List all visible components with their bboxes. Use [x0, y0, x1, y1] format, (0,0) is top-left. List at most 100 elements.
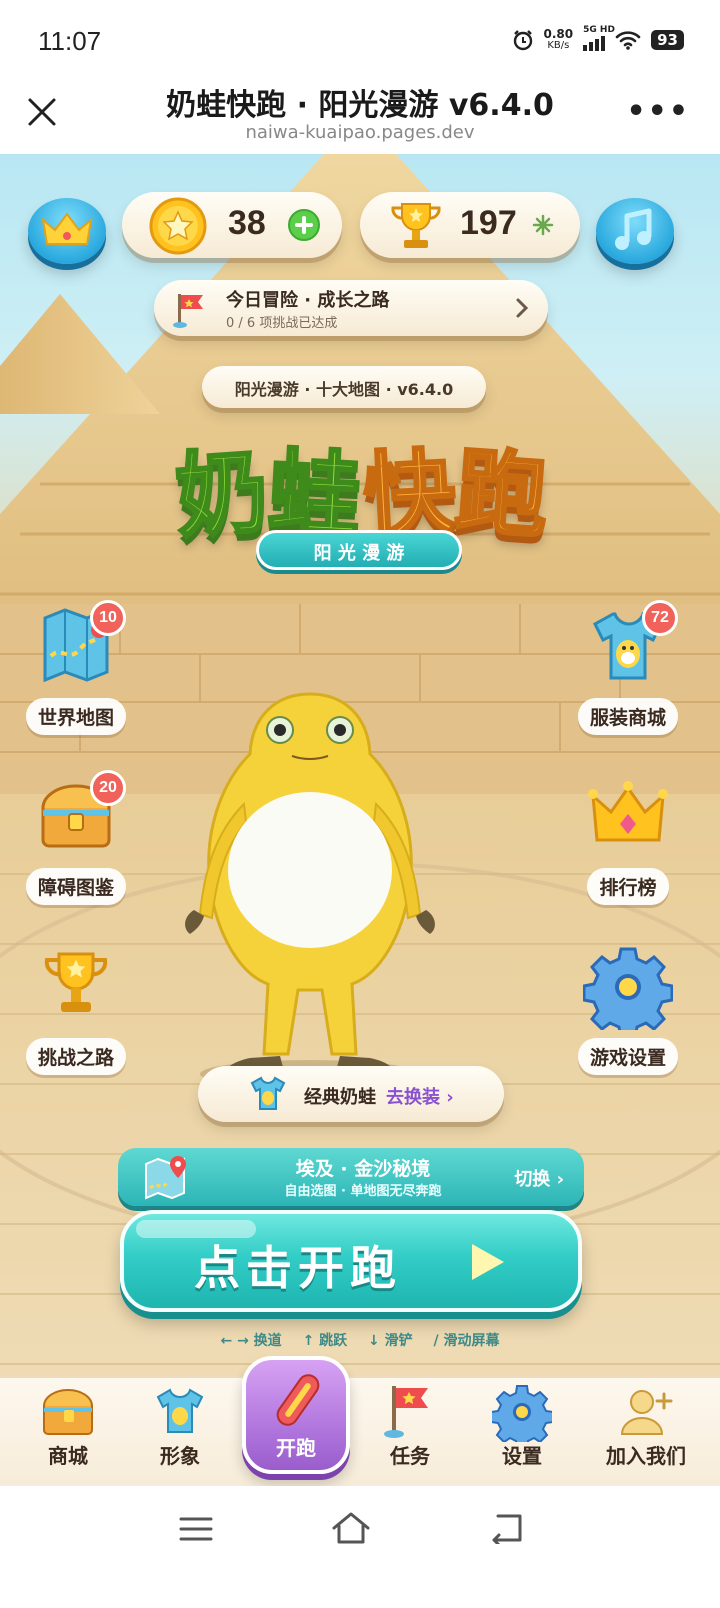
signal-icon: 5G HD — [583, 25, 615, 51]
status-bar: 11:07 0.80 KB/s 5G HD 93 — [0, 0, 720, 82]
challenge-road-label: 挑战之路 — [25, 1038, 126, 1075]
obstacle-count-badge: 20 — [90, 770, 126, 806]
home-icon[interactable] — [330, 1510, 372, 1546]
game-canvas[interactable]: 38 197 今日冒险 · 成长之路 0 / 6 项挑战已达成 阳光漫游 · 十… — [0, 154, 720, 1412]
battery-level: 93 — [651, 30, 684, 50]
net-speed-unit: KB/s — [547, 40, 570, 51]
alarm-icon — [513, 30, 532, 51]
outfit-selector[interactable]: 经典奶蛙 去换装 › — [198, 1066, 504, 1122]
nav-avatar[interactable]: 形象 — [120, 1378, 240, 1488]
obstacle-guide-button[interactable]: 20 障碍图鉴 — [16, 770, 136, 905]
costume-count-badge: 72 — [642, 600, 678, 636]
logo-char: 快 — [360, 437, 460, 552]
music-note-icon — [615, 208, 652, 250]
hint-swipe: / 滑动屏幕 — [433, 1333, 500, 1349]
logo-char: 蛙 — [264, 437, 364, 552]
trophy-icon — [391, 203, 441, 248]
logo-tagline-text: 阳 光 漫 游 — [313, 543, 405, 564]
game-settings-button[interactable]: 游戏设置 — [568, 944, 688, 1075]
net-speed: 0.80 KB/s — [544, 28, 574, 52]
frog-character[interactable] — [160, 674, 460, 1094]
star-coin-icon — [149, 197, 207, 255]
hint-jump: ↑ 跳跃 — [302, 1333, 348, 1349]
nav-shop[interactable]: 商城 — [8, 1378, 128, 1488]
version-subtitle: 阳光漫游 · 十大地图 · v6.4.0 — [202, 366, 486, 408]
nav-settings-label: 设置 — [502, 1444, 542, 1468]
world-map-button[interactable]: 10 世界地图 — [16, 600, 136, 735]
game-logo: 奶 蛙 快 跑 — [152, 420, 572, 552]
nav-run[interactable]: 开跑 — [242, 1356, 350, 1474]
map-count-badge: 10 — [90, 600, 126, 636]
daily-challenge-banner[interactable]: 今日冒险 · 成长之路 0 / 6 项挑战已达成 — [154, 280, 548, 336]
play-icon — [472, 1244, 504, 1280]
nav-join-us-label: 加入我们 — [606, 1444, 686, 1468]
more-menu-button[interactable]: ••• — [626, 94, 690, 129]
nav-settings[interactable]: 设置 — [462, 1378, 582, 1488]
nav-tasks[interactable]: 任务 — [350, 1378, 470, 1488]
daily-challenge-title: 今日冒险 · 成长之路 — [226, 290, 390, 311]
trophy-count: 197 — [460, 204, 517, 242]
gear-icon — [582, 947, 674, 1039]
coin-count: 38 — [228, 204, 266, 242]
status-time: 11:07 — [38, 26, 102, 56]
map-name: 埃及 · 金沙秘境 — [295, 1158, 431, 1180]
trophy-icon — [44, 952, 108, 1012]
crown-icon — [41, 212, 93, 245]
nav-run-label: 开跑 — [276, 1436, 316, 1460]
nav-avatar-label: 形象 — [160, 1444, 200, 1468]
logo-tagline: 阳 光 漫 游 — [256, 530, 462, 570]
system-nav-bar — [0, 1486, 720, 1608]
skateboard-icon — [276, 1374, 320, 1426]
vip-crown-button[interactable] — [28, 198, 106, 264]
shirt-icon — [250, 1076, 286, 1110]
logo-char: 奶 — [171, 436, 273, 552]
start-run-label: 点击开跑 — [194, 1241, 402, 1295]
coin-counter: 38 — [122, 192, 342, 258]
page-title: 奶蛙快跑 · 阳光漫游 v6.4.0 — [166, 88, 554, 123]
net-speed-value: 0.80 — [543, 27, 574, 41]
logo-char: 跑 — [451, 436, 553, 552]
game-settings-label: 游戏设置 — [577, 1038, 678, 1075]
bottom-nav: 商城 形象 开跑 任务 设置 加入我们 — [0, 1356, 720, 1488]
page-url: naiwa-kuaipao.pages.dev — [245, 122, 475, 143]
costume-shop-button[interactable]: 72 服装商城 — [568, 600, 688, 735]
back-icon[interactable] — [488, 1512, 526, 1544]
leaderboard-label: 排行榜 — [587, 868, 669, 905]
obstacle-guide-label: 障碍图鉴 — [25, 868, 126, 905]
flag-icon — [173, 294, 203, 328]
signal-label: 5G HD — [583, 25, 615, 35]
switch-map-link[interactable]: 切换 › — [514, 1165, 564, 1191]
daily-challenge-progress: 0 / 6 项挑战已达成 — [226, 316, 338, 331]
add-user-icon — [620, 1390, 673, 1435]
crown-icon — [588, 781, 668, 842]
wifi-icon — [615, 31, 641, 50]
map-pin-icon — [145, 1156, 186, 1200]
plus-icon — [295, 216, 313, 234]
nav-shop-label: 商城 — [48, 1444, 88, 1468]
costume-shop-label: 服装商城 — [577, 698, 678, 735]
nav-tasks-label: 任务 — [390, 1444, 430, 1468]
browser-header: 奶蛙快跑 · 阳光漫游 v6.4.0 naiwa-kuaipao.pages.d… — [0, 74, 720, 154]
hint-lane: ← → 换道 — [220, 1333, 282, 1349]
flag-icon — [384, 1386, 428, 1438]
chest-icon — [43, 1389, 93, 1435]
world-map-label: 世界地图 — [25, 698, 126, 735]
menu-icon[interactable] — [178, 1514, 214, 1544]
change-outfit-link[interactable]: 去换装 › — [386, 1083, 454, 1109]
music-toggle-button[interactable] — [596, 198, 674, 264]
controls-hint: ← → 换道 ↑ 跳跃 ↓ 滑铲 / 滑动屏幕 — [0, 1330, 720, 1350]
start-run-button[interactable]: 点击开跑 — [120, 1210, 582, 1312]
nav-join-us[interactable]: 加入我们 — [576, 1378, 716, 1488]
sparkle-icon — [532, 214, 554, 236]
shirt-icon — [156, 1388, 204, 1433]
version-subtitle-text: 阳光漫游 · 十大地图 · v6.4.0 — [234, 380, 454, 399]
chevron-right-icon — [516, 298, 529, 318]
hint-slide: ↓ 滑铲 — [368, 1333, 413, 1349]
map-description: 自由选图 · 单地图无尽奔跑 — [284, 1184, 442, 1199]
challenge-road-button[interactable]: 挑战之路 — [16, 944, 136, 1075]
map-selector[interactable]: 埃及 · 金沙秘境 自由选图 · 单地图无尽奔跑 切换 › — [118, 1148, 584, 1206]
screen: 11:07 0.80 KB/s 5G HD 93 奶蛙快跑 · 阳光漫游 v6.4… — [0, 0, 720, 1608]
trophy-counter: 197 — [360, 192, 580, 258]
add-coins-button[interactable] — [288, 209, 320, 241]
leaderboard-button[interactable]: 排行榜 — [568, 774, 688, 905]
